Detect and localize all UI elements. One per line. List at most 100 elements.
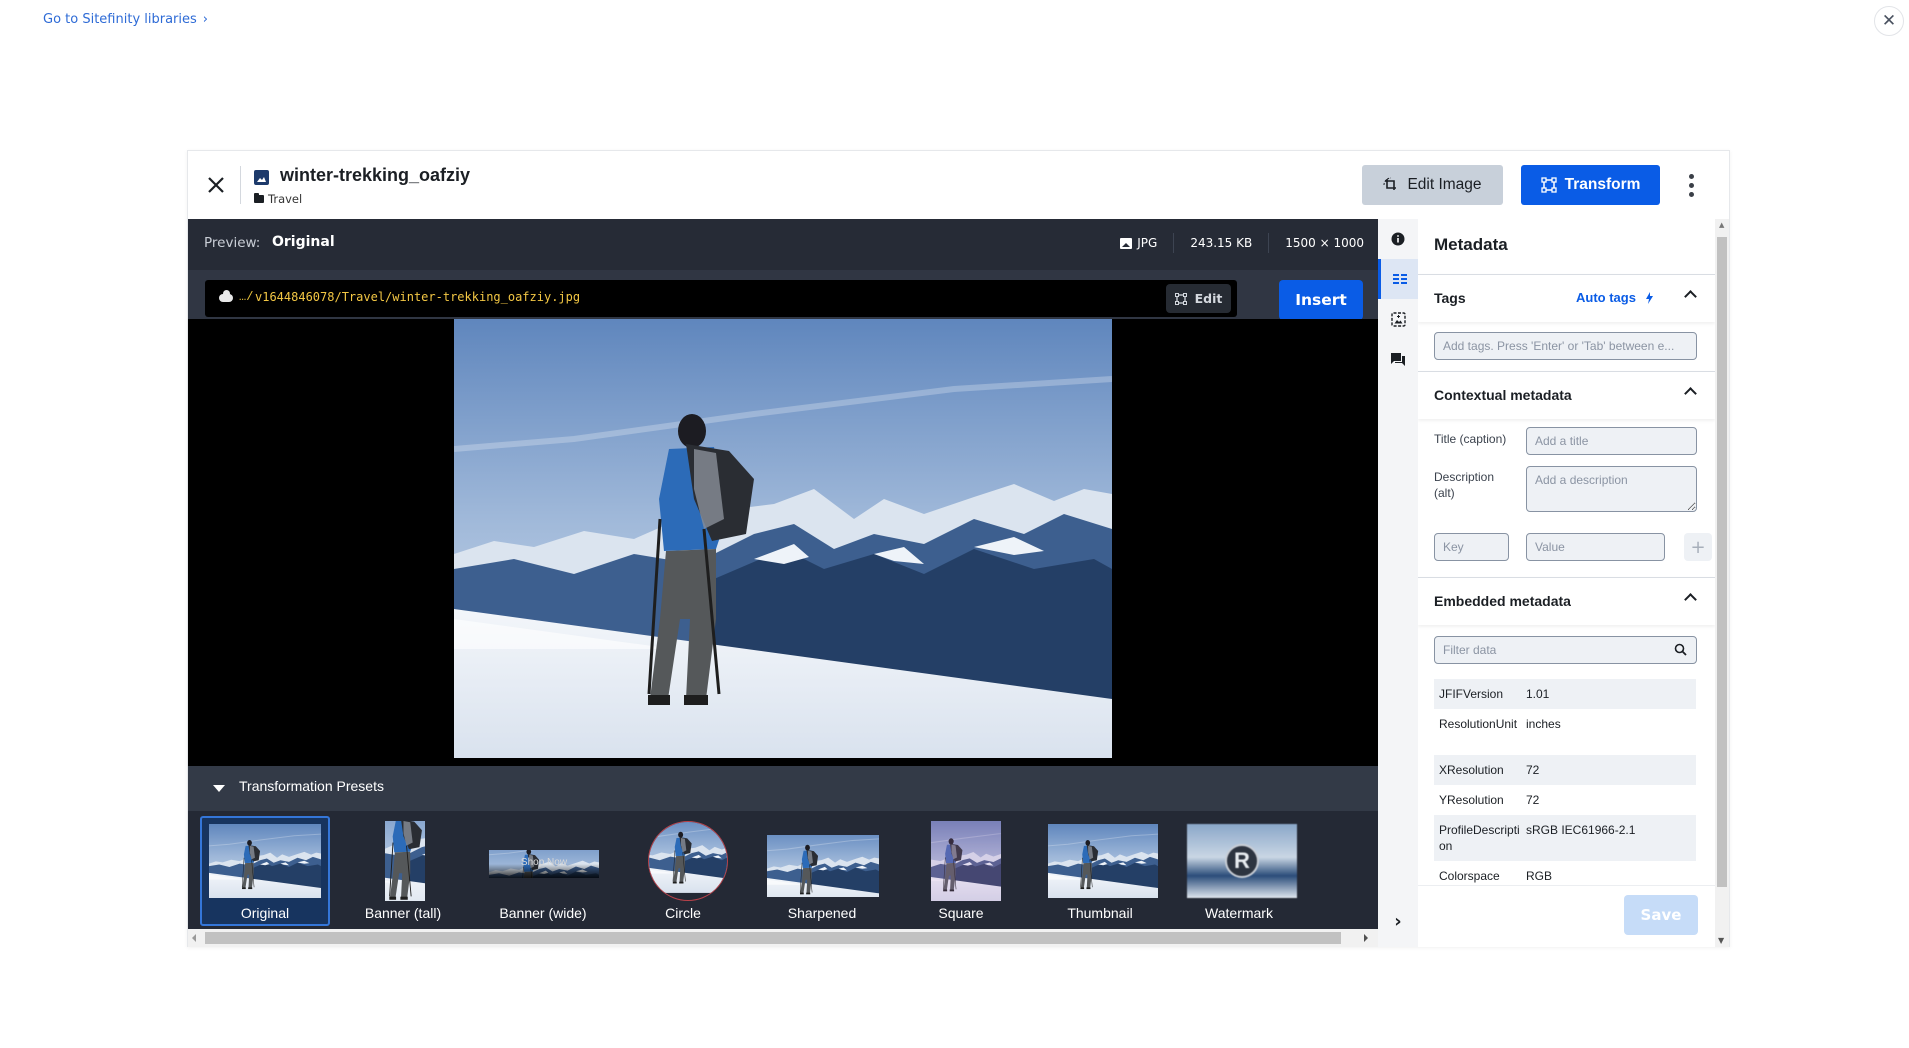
preset-circle[interactable]: Circle [618,816,748,926]
panel-scrollbar-thumb[interactable] [1717,237,1727,887]
embedded-metadata-title: Embedded metadata [1434,593,1571,609]
metadata-row: YResolution 72 [1434,785,1696,815]
rail-info-button[interactable] [1378,219,1418,259]
scroll-left-arrow-icon[interactable] [192,934,196,942]
preset-banner-wide[interactable]: Shop Now Banner (wide) [478,816,608,926]
image-format-icon [1120,237,1133,249]
collapse-panel-button[interactable]: › [1378,901,1418,941]
image-url-box[interactable]: …/ v1644846078/Travel/winter-trekking_oa… [205,280,1237,317]
metadata-row: ResolutionUnit inches [1434,709,1696,755]
preset-thumbnail [931,821,1001,901]
preset-watermark[interactable]: R Watermark [1174,816,1304,926]
preset-sharpened[interactable]: Sharpened [757,816,887,926]
file-size-value: 243.15 KB [1190,236,1253,250]
preset-thumbnail [385,821,425,901]
close-dialog-button[interactable] [200,169,232,201]
registered-mark-icon: R [1225,844,1259,878]
add-key-value-button[interactable]: + [1684,533,1712,561]
filter-data-input[interactable] [1434,636,1697,664]
chevron-right-icon: › [1394,910,1402,932]
preset-thumbnail: Shop Now [489,850,599,878]
panel-vertical-scrollbar[interactable]: ▲ ▼ [1715,219,1729,947]
metadata-panel: Metadata Tags Auto tags Contextual metad… [1418,219,1715,947]
url-edit-button[interactable]: Edit [1166,284,1231,313]
folder-icon [254,193,264,203]
metadata-value: 72 [1526,763,1540,777]
horizontal-scrollbar[interactable] [188,929,1378,947]
file-size: 243.15 KB [1173,233,1268,253]
description-alt-input[interactable] [1526,466,1697,512]
transform-button[interactable]: Transform [1521,165,1660,205]
preset-square[interactable]: Square [896,816,1026,926]
plus-icon: + [1690,536,1706,558]
metadata-key: JFIFVersion [1439,687,1504,701]
folder-breadcrumb[interactable]: Travel [254,192,302,206]
image-file-icon [254,170,269,185]
metadata-row: JFIFVersion 1.01 [1434,679,1696,709]
preview-image [454,319,1112,758]
url-prefix: …/ [239,290,254,304]
title-caption-input[interactable] [1526,427,1697,455]
value-input[interactable] [1526,533,1665,561]
contextual-metadata-title: Contextual metadata [1434,387,1572,403]
url-row: …/ v1644846078/Travel/winter-trekking_oa… [188,270,1378,320]
search-icon[interactable] [1674,643,1687,656]
info-icon [1391,232,1405,246]
close-page-button[interactable]: ✕ [1874,6,1904,36]
tags-title: Tags [1434,290,1466,306]
more-dot [1688,182,1694,188]
edit-image-label: Edit Image [1407,176,1482,193]
preset-label: Sharpened [787,905,857,921]
preset-thumbnail [1048,824,1158,898]
insert-button[interactable]: Insert [1279,280,1363,320]
preview-bar: Preview: Original JPG 243.15 KB 1500 × 1… [188,219,1378,270]
key-input[interactable] [1434,533,1509,561]
preset-label: Banner (tall) [364,905,442,921]
go-to-libraries-link[interactable]: Go to Sitefinity libraries › [43,12,208,27]
metadata-key: YResolution [1439,793,1504,807]
metadata-key: Colorspace [1439,869,1500,883]
save-button[interactable]: Save [1624,895,1698,935]
transformation-presets-toggle[interactable]: Transformation Presets [188,766,1378,811]
more-options-button[interactable] [1678,167,1704,203]
metadata-list-icon [1392,274,1407,284]
key-value-row: + [1434,533,1714,561]
comments-icon [1391,352,1405,366]
preset-label: Square [938,905,984,921]
tags-section-header[interactable]: Tags Auto tags [1418,274,1715,322]
preset-banner-tall[interactable]: Banner (tall) [338,816,468,926]
chevron-up-icon[interactable] [1684,290,1697,303]
preset-thumbnail [209,824,321,898]
file-dimensions: 1500 × 1000 [1268,233,1364,253]
rail-image-button[interactable] [1378,299,1418,339]
preset-thumbnail-item[interactable]: Thumbnail [1035,816,1165,926]
preset-thumbnail [648,821,728,901]
edit-image-button[interactable]: Edit Image [1362,165,1503,205]
metadata-row: ProfileDescription sRGB IEC61966-2.1 [1434,815,1696,861]
tags-input[interactable] [1434,332,1697,360]
save-bar: Save [1418,885,1715,947]
caret-down-icon [213,785,225,792]
contextual-metadata-header[interactable]: Contextual metadata [1418,371,1715,419]
url-edit-label: Edit [1194,291,1223,306]
embedded-metadata-header[interactable]: Embedded metadata [1418,577,1715,625]
cloud-icon [219,290,233,302]
preset-label: Banner (wide) [499,905,587,921]
metadata-value: RGB [1526,869,1553,883]
rail-comments-button[interactable] [1378,339,1418,379]
image-dialog: winter-trekking_oafziy Travel Edit Image… [187,150,1730,947]
scrollbar-thumb[interactable] [205,932,1341,944]
filter-data-field [1434,636,1697,664]
scroll-up-arrow-icon[interactable]: ▲ [1719,221,1724,229]
chevron-up-icon[interactable] [1684,593,1697,606]
metadata-row: XResolution 72 [1434,755,1696,785]
preset-original[interactable]: Original [200,816,330,926]
chevron-up-icon[interactable] [1684,387,1697,400]
metadata-value: 1.01 [1526,687,1550,701]
dialog-header: winter-trekking_oafziy Travel Edit Image… [188,151,1729,218]
metadata-value: sRGB IEC61966-2.1 [1526,823,1636,837]
rail-metadata-button[interactable] [1378,259,1418,299]
auto-tags-button[interactable]: Auto tags [1576,290,1653,305]
scroll-right-arrow-icon[interactable] [1364,934,1368,942]
scroll-down-arrow-icon[interactable]: ▼ [1718,936,1724,945]
